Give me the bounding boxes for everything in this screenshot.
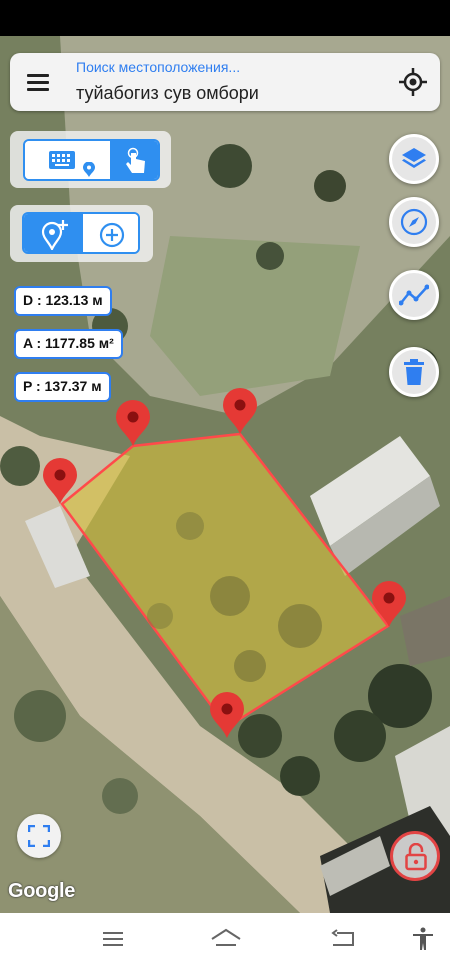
add-location-icon [41, 220, 68, 250]
vertex-marker[interactable] [41, 458, 79, 504]
add-tools-panel [10, 205, 153, 262]
menu-icon[interactable] [24, 69, 54, 95]
lock-button[interactable] [390, 831, 440, 881]
add-tools-toggle [22, 212, 140, 254]
line-chart-icon [399, 284, 429, 306]
search-input[interactable]: туйабогиз сув омбори [76, 83, 259, 104]
back-icon [331, 929, 354, 946]
add-marker-button[interactable] [24, 214, 83, 252]
app-screen: Поиск местоположения... туйабогиз сув ом… [0, 0, 450, 965]
home-nav-button[interactable] [210, 927, 242, 951]
crosshair-icon[interactable] [398, 67, 428, 97]
status-bar [0, 0, 450, 36]
google-attribution: Google [8, 880, 76, 902]
add-circle-icon [99, 222, 125, 248]
accessibility-icon [413, 927, 433, 950]
vertex-marker[interactable] [221, 388, 259, 434]
home-icon [211, 928, 241, 946]
input-mode-toggle [23, 139, 160, 181]
hamburger-icon [103, 932, 123, 946]
back-nav-button[interactable] [330, 927, 356, 951]
delete-button[interactable] [389, 347, 439, 397]
distance-readout: D : 123.13 м [14, 286, 112, 316]
add-point-button[interactable] [83, 214, 138, 252]
touch-input-button[interactable] [110, 141, 158, 179]
vertex-marker[interactable] [370, 581, 408, 627]
fullscreen-icon [28, 825, 50, 847]
keyboard-icon [49, 151, 75, 169]
trash-icon [404, 359, 424, 385]
lock-icon [405, 843, 427, 871]
layers-icon [402, 148, 426, 168]
elevation-profile-button[interactable] [389, 270, 439, 320]
menu-nav-button[interactable] [100, 927, 126, 951]
keyboard-input-button[interactable] [25, 141, 110, 179]
touch-hand-icon [126, 147, 145, 173]
accessibility-nav-button[interactable] [410, 927, 436, 951]
vertex-marker[interactable] [208, 692, 246, 738]
area-readout: A : 1177.85 м² [14, 329, 123, 359]
search-bar[interactable]: Поиск местоположения... туйабогиз сув ом… [10, 53, 440, 111]
system-nav-bar [0, 913, 450, 965]
perimeter-readout: P : 137.37 м [14, 372, 111, 402]
compass-icon [400, 208, 428, 236]
layers-button[interactable] [389, 134, 439, 184]
vertex-marker[interactable] [114, 400, 152, 446]
fullscreen-button[interactable] [17, 814, 61, 858]
input-mode-panel [10, 131, 171, 188]
search-placeholder: Поиск местоположения... [76, 59, 241, 75]
location-pin-icon [83, 162, 95, 177]
compass-button[interactable] [389, 197, 439, 247]
